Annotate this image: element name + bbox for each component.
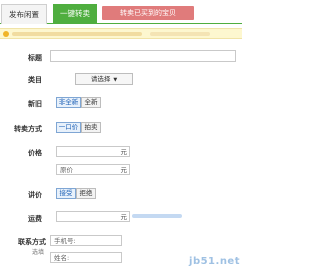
- tab-bar: 发布闲置 一键转卖 转卖已买到的宝贝: [0, 0, 242, 24]
- method-option-auction[interactable]: 拍卖: [81, 122, 101, 133]
- name-input[interactable]: 姓名:: [50, 252, 122, 263]
- original-price-placeholder: 原价: [60, 166, 73, 174]
- shipping-note-blurred: [132, 214, 182, 218]
- method-option-fixed-price[interactable]: 一口价: [56, 122, 81, 133]
- price-label: 价格: [28, 149, 42, 157]
- original-price-input[interactable]: 原价 元: [56, 164, 130, 175]
- tab-publish[interactable]: 发布闲置: [1, 4, 47, 24]
- price-unit: 元: [120, 148, 128, 156]
- lightbulb-icon: [3, 31, 9, 37]
- shipping-input[interactable]: 元: [56, 211, 130, 222]
- notice-text-blurred-secondary: [150, 32, 210, 36]
- category-label: 类目: [28, 76, 42, 84]
- price-input[interactable]: 元: [56, 146, 130, 157]
- original-price-unit: 元: [120, 166, 128, 174]
- notice-bar: [0, 28, 242, 39]
- condition-option-used[interactable]: 非全新: [56, 97, 81, 108]
- name-placeholder: 姓名:: [54, 254, 70, 262]
- promo-link[interactable]: 转卖已买到的宝贝: [102, 6, 194, 20]
- condition-label: 新旧: [28, 100, 42, 108]
- shipping-unit: 元: [120, 213, 128, 221]
- notice-text-blurred: [12, 32, 142, 36]
- title-label: 标题: [28, 54, 42, 62]
- category-select-value: 请选择: [90, 75, 111, 83]
- bargain-option-accept[interactable]: 接受: [56, 188, 76, 199]
- method-label: 转卖方式: [14, 125, 42, 133]
- condition-option-new[interactable]: 全新: [81, 97, 101, 108]
- shipping-label: 运费: [28, 215, 42, 223]
- caret-down-icon: ▼: [113, 77, 118, 83]
- contact-optional-note: 选填: [32, 249, 45, 256]
- bargain-label: 讲价: [28, 191, 42, 199]
- bargain-option-reject[interactable]: 拒绝: [76, 188, 96, 199]
- category-select[interactable]: 请选择 ▼: [75, 73, 133, 85]
- phone-input[interactable]: 手机号:: [50, 235, 122, 246]
- phone-placeholder: 手机号:: [54, 237, 76, 245]
- contact-label: 联系方式: [18, 238, 46, 246]
- tab-quick-sell[interactable]: 一键转卖: [53, 4, 97, 24]
- watermark-logo: jb51.net: [189, 256, 240, 267]
- title-input[interactable]: [50, 50, 236, 62]
